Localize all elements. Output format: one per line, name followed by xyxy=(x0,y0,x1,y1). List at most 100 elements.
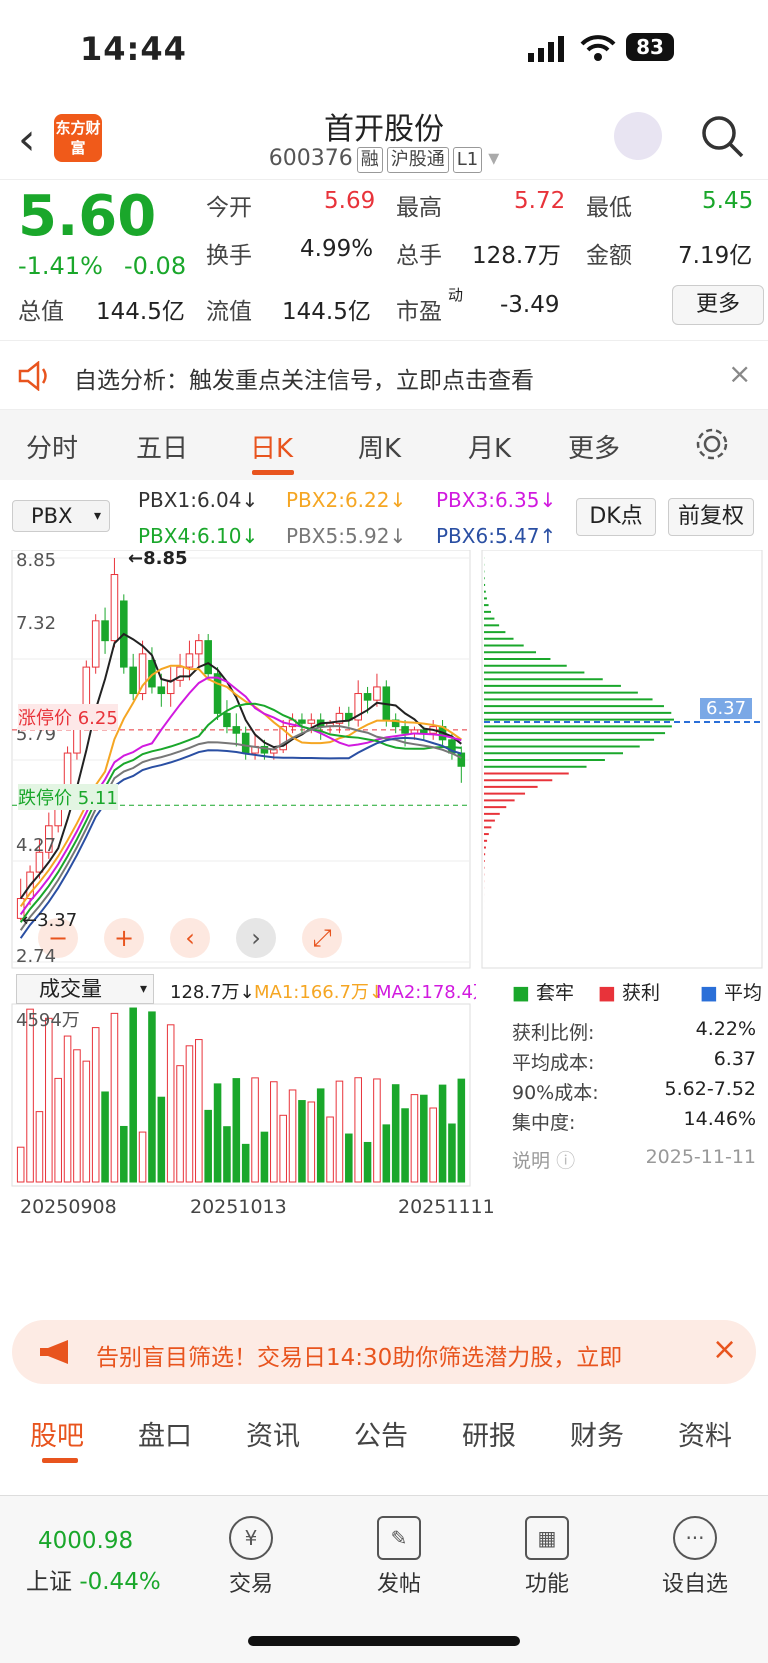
pe-label: 市盈 xyxy=(396,299,442,325)
nav-post[interactable]: ✎ 发帖 xyxy=(344,1516,454,1598)
tab-five-day[interactable]: 五日 xyxy=(136,428,188,465)
tab-research[interactable]: 研报 xyxy=(462,1414,516,1453)
volume-value: 128.7万 xyxy=(472,243,561,269)
candle xyxy=(157,686,166,695)
megaphone-icon xyxy=(40,1340,68,1364)
chart-control-label: › xyxy=(251,924,261,952)
tab-news[interactable]: 资讯 xyxy=(246,1414,300,1453)
candle xyxy=(232,726,241,734)
volume-bar xyxy=(438,1084,447,1183)
nav-add-watch[interactable]: ··· 设自选 xyxy=(640,1516,750,1598)
volume-bar xyxy=(138,1131,147,1183)
candle xyxy=(129,666,137,695)
current-price: 5.60 xyxy=(18,184,157,249)
volume-bar xyxy=(157,1096,166,1183)
pbx3: PBX3:6.35↓ xyxy=(436,488,557,512)
min-mark: ←3.37 xyxy=(22,910,78,931)
search-icon[interactable] xyxy=(700,114,746,160)
pbx4: PBX4:6.10↓ xyxy=(138,524,259,548)
volume-bar xyxy=(429,1107,437,1183)
volume-bar xyxy=(241,1143,250,1183)
legend-average: ■ 平均 xyxy=(700,982,763,1004)
signal-icon xyxy=(528,36,564,62)
index-value[interactable]: 4000.98 xyxy=(38,1528,133,1554)
adjust-button[interactable]: 前复权 xyxy=(668,498,754,536)
pbx6: PBX6:5.47↑ xyxy=(436,524,557,548)
robot-avatar-icon[interactable] xyxy=(614,112,662,160)
note-link[interactable]: 说明 xyxy=(512,1150,550,1172)
alert-text: 自选分析：触发重点关注信号，立即点击查看 xyxy=(74,368,534,394)
volume-bar xyxy=(448,1123,456,1183)
candle xyxy=(204,640,212,675)
change-amount: -0.08 xyxy=(124,252,187,280)
tab-announcements[interactable]: 公告 xyxy=(354,1414,408,1453)
legend-trapped: ■ 套牢 xyxy=(512,982,575,1004)
candle xyxy=(298,719,306,724)
volume-bar xyxy=(335,1080,344,1183)
candle xyxy=(401,726,409,734)
volume-bar xyxy=(232,1078,241,1183)
volume-bar xyxy=(391,1084,400,1183)
tag-margin: 融 xyxy=(356,147,383,173)
volume-select[interactable]: 成交量 ▾ xyxy=(16,974,154,1004)
y-label-2: 7.32 xyxy=(16,613,57,634)
volume-bar xyxy=(166,1024,175,1183)
volume-bar xyxy=(35,1111,44,1183)
tab-weekly-k[interactable]: 周K xyxy=(358,428,401,465)
alert-banner[interactable]: 自选分析：触发重点关注信号，立即点击查看 × xyxy=(0,340,768,410)
indicator-select[interactable]: PBX ▾ xyxy=(12,500,110,532)
quote-panel: 5.60 -1.41% -0.08 总值 144.5亿 今开 5.69 最高 5… xyxy=(0,180,768,340)
volume-bar xyxy=(63,1035,72,1183)
close-icon[interactable]: × xyxy=(728,357,751,390)
dk-button[interactable]: DK点 xyxy=(576,498,656,536)
tab-profile[interactable]: 资料 xyxy=(678,1414,732,1453)
candle xyxy=(420,729,428,734)
volume-bar xyxy=(45,1017,53,1183)
tab-intraday[interactable]: 分时 xyxy=(26,428,78,465)
candle xyxy=(241,732,250,754)
date-mid: 20251013 xyxy=(190,1196,287,1218)
candle xyxy=(185,653,194,668)
gear-icon[interactable] xyxy=(694,426,730,462)
volume-bar xyxy=(420,1094,428,1183)
tab-orderbook[interactable]: 盘口 xyxy=(138,1414,192,1453)
grid-icon: ▦ xyxy=(525,1516,569,1560)
volume-bar xyxy=(270,1081,278,1183)
nav-trade[interactable]: ¥ 交易 xyxy=(196,1516,306,1598)
low-label: 最低 xyxy=(586,195,632,221)
chart-area[interactable]: − + ‹ › ⤢ 8.85 7.32 5.79 4.27 2.74 ←8.85 ←3.… xyxy=(0,548,768,1310)
volume-bar xyxy=(251,1077,259,1183)
tab-forum[interactable]: 股吧 xyxy=(30,1414,84,1453)
low-value: 5.45 xyxy=(702,188,754,214)
float-label: 流值 xyxy=(206,299,252,325)
candle xyxy=(195,640,203,655)
tab-daily-k[interactable]: 日K xyxy=(250,428,293,465)
tab-finance[interactable]: 财务 xyxy=(570,1414,624,1453)
promo-banner[interactable]: 告别盲目筛选！交易日14:30助你筛选潜力股，立即 × xyxy=(12,1320,756,1384)
tab-more[interactable]: 更多 xyxy=(568,428,620,465)
volume-bar xyxy=(326,1116,334,1183)
home-indicator xyxy=(248,1636,520,1646)
volume-bar xyxy=(382,1124,391,1183)
tab-monthly-k[interactable]: 月K xyxy=(468,428,511,465)
date-start: 20250908 xyxy=(20,1196,117,1218)
dropdown-icon: ▾ xyxy=(488,146,500,171)
volume-bar xyxy=(195,1039,203,1183)
kchart-frame xyxy=(11,550,471,969)
index-change[interactable]: 上证 -0.44% xyxy=(26,1562,161,1596)
promo-text: 告别盲目筛选！交易日14:30助你筛选潜力股，立即 xyxy=(96,1345,623,1371)
yen-icon: ¥ xyxy=(229,1516,273,1560)
promo-close-icon[interactable]: × xyxy=(712,1332,737,1367)
turnover-label: 换手 xyxy=(206,243,252,269)
stock-code: 600376 xyxy=(268,146,353,171)
amount-value: 7.19亿 xyxy=(678,243,753,269)
volume-bar xyxy=(101,1091,109,1183)
change-pct: -1.41% xyxy=(18,252,103,280)
pbx-line xyxy=(19,736,462,939)
more-button[interactable]: 更多 xyxy=(672,285,764,325)
stat-concentration: 集中度: 14.46% xyxy=(512,1108,756,1134)
y-label-top: 8.85 xyxy=(16,550,57,571)
nav-functions[interactable]: ▦ 功能 xyxy=(492,1516,602,1598)
avg-cost-mark: 6.37 xyxy=(700,698,753,719)
limit-down-label: 跌停价 5.11 xyxy=(18,784,118,810)
